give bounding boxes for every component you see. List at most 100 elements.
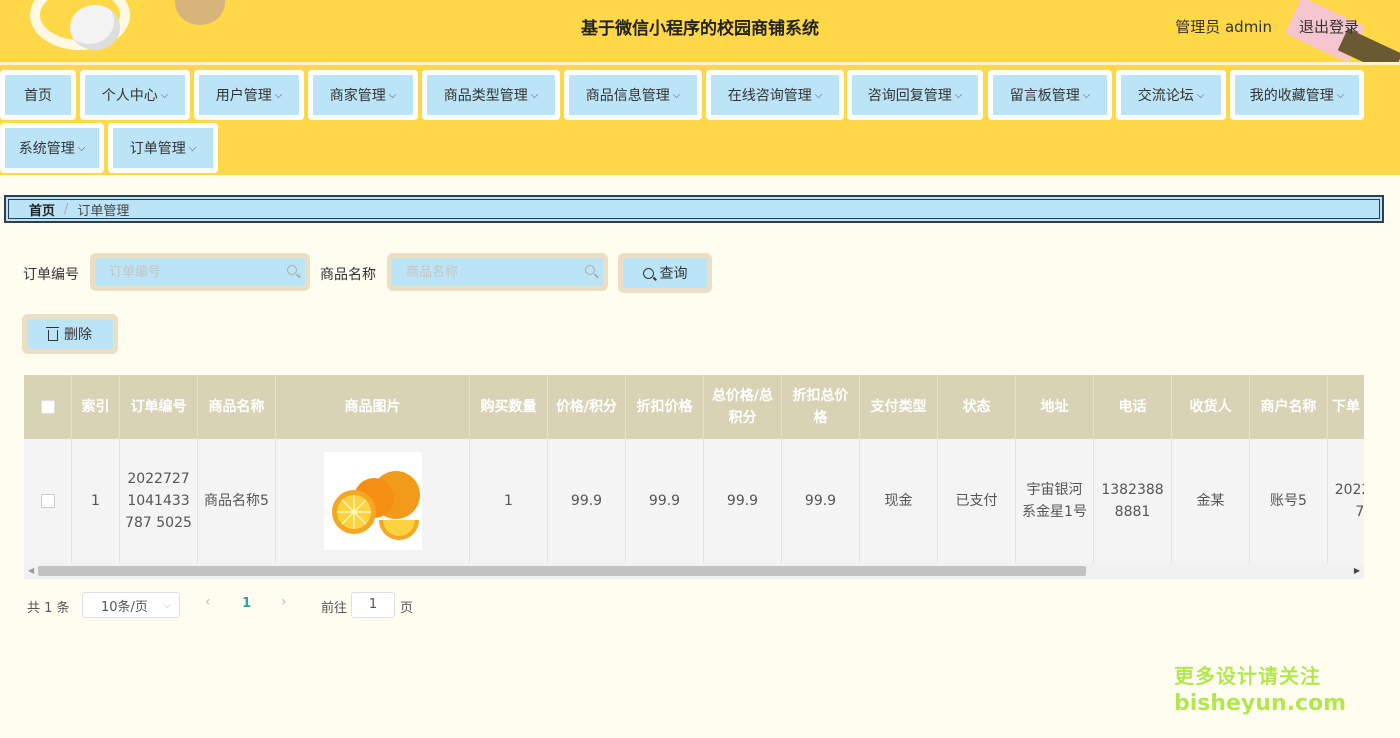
horizontal-scrollbar[interactable]: ◀ ▶	[24, 563, 1364, 579]
column-header[interactable]: 状态	[938, 375, 1016, 439]
column-header[interactable]: 地址	[1016, 375, 1094, 439]
column-header[interactable]: 折扣总价格	[782, 375, 860, 439]
select-all-cell	[24, 375, 72, 439]
nav-item-product-types[interactable]: 商品类型管理 ⌵	[422, 70, 560, 120]
order-no-label: 订单编号	[23, 267, 79, 283]
order-no-field-wrap	[90, 253, 310, 291]
column-header[interactable]: 电话	[1094, 375, 1172, 439]
chevron-down-icon: ⌵	[1336, 89, 1345, 101]
chevron-down-icon: ⌵	[814, 89, 823, 101]
main-nav: 首页 个人中心 ⌵ 用户管理 ⌵ 商家管理 ⌵ 商品类型管理 ⌵ 商品信息管理 ⌵ 在线咨…	[0, 62, 1400, 175]
chevron-down-icon: ⌵	[163, 599, 171, 611]
logout-button[interactable]: 退出登录	[1299, 16, 1359, 37]
cell-product-image	[276, 439, 470, 563]
chevron-down-icon: ⌵	[672, 89, 681, 101]
product-name-field-wrap	[387, 253, 608, 291]
chevron-down-icon: ⌵	[1082, 89, 1091, 101]
prev-page-icon[interactable]: ‹	[205, 594, 211, 610]
breadcrumb-home[interactable]: 首页	[29, 200, 55, 219]
chevron-down-icon: ⌵	[388, 89, 397, 101]
nav-item-home[interactable]: 首页	[0, 70, 76, 120]
cell-order-no: 20227271041433787 5025	[120, 439, 198, 563]
chevron-down-icon: ⌵	[530, 89, 539, 101]
nav-item-products[interactable]: 商品信息管理 ⌵	[564, 70, 702, 120]
nav-item-replies[interactable]: 咨询回复管理 ⌵	[847, 70, 983, 120]
query-button[interactable]: 查询	[618, 253, 712, 293]
nav-item-users[interactable]: 用户管理 ⌵	[194, 70, 304, 120]
cell-merchant: 账号5	[1250, 439, 1328, 563]
next-page-icon[interactable]: ›	[281, 594, 287, 610]
goto-label: 前往	[321, 601, 348, 616]
chevron-down-icon: ⌵	[274, 89, 283, 101]
cell-pay-type: 现金	[860, 439, 938, 563]
cell-total-price: 99.9	[704, 439, 782, 563]
cell-discount-price: 99.9	[626, 439, 704, 563]
chevron-down-icon: ⌵	[160, 89, 169, 101]
column-header[interactable]: 商品名称	[198, 375, 276, 439]
cell-product-name: 商品名称5	[198, 439, 276, 563]
cell-price: 99.9	[548, 439, 626, 563]
nav-item-forum[interactable]: 交流论坛 ⌵	[1116, 70, 1226, 120]
cell-discount-total: 99.9	[782, 439, 860, 563]
order-no-input[interactable]	[95, 258, 305, 286]
select-all-checkbox[interactable]	[40, 400, 55, 414]
cell-phone: 13823888881	[1094, 439, 1172, 563]
column-header[interactable]: 商户名称	[1250, 375, 1328, 439]
row-checkbox[interactable]	[40, 494, 55, 508]
column-header[interactable]: 收货人	[1172, 375, 1250, 439]
nav-item-orders[interactable]: 订单管理 ⌵	[108, 123, 218, 173]
column-header[interactable]: 折扣价格	[626, 375, 704, 439]
column-header[interactable]: 支付类型	[860, 375, 938, 439]
current-page[interactable]: 1	[242, 596, 251, 611]
search-icon	[287, 265, 297, 275]
table-row[interactable]: 1 20227271041433787 5025 商品名称5 1 99.9 99…	[24, 439, 1364, 563]
page-size-select[interactable]: 10条/页 ⌵	[82, 592, 180, 618]
nav-item-consultation[interactable]: 在线咨询管理 ⌵	[706, 70, 844, 120]
breadcrumb: 首页 / 订单管理	[4, 195, 1384, 223]
product-name-label: 商品名称	[320, 267, 376, 283]
product-name-input[interactable]	[392, 258, 603, 286]
cell-status: 已支付	[938, 439, 1016, 563]
nav-item-favorites[interactable]: 我的收藏管理 ⌵	[1230, 70, 1364, 120]
cell-receiver: 金某	[1172, 439, 1250, 563]
cell-address: 宇宙银河系金星1号	[1016, 439, 1094, 563]
chevron-down-icon: ⌵	[1196, 89, 1205, 101]
trash-icon	[46, 326, 59, 341]
table-header: 索引 订单编号 商品名称 商品图片 购买数量 价格/积分 折扣价格 总价格/总积…	[24, 375, 1364, 439]
orange-image[interactable]	[323, 452, 422, 550]
column-header[interactable]: 订单编号	[120, 375, 198, 439]
scroll-left-icon[interactable]: ◀	[28, 566, 34, 575]
column-header[interactable]: 索引	[72, 375, 120, 439]
nav-item-profile[interactable]: 个人中心 ⌵	[80, 70, 190, 120]
nav-item-merchants[interactable]: 商家管理 ⌵	[308, 70, 418, 120]
orders-table: 索引 订单编号 商品名称 商品图片 购买数量 价格/积分 折扣价格 总价格/总积…	[24, 375, 1364, 579]
column-header[interactable]: 总价格/总积分	[704, 375, 782, 439]
cell-index: 1	[72, 439, 120, 563]
column-header[interactable]: 购买数量	[470, 375, 548, 439]
goto-page-input[interactable]: 1	[351, 592, 395, 618]
column-header[interactable]: 价格/积分	[548, 375, 626, 439]
scroll-right-icon[interactable]: ▶	[1354, 566, 1360, 575]
search-icon	[642, 267, 654, 279]
breadcrumb-separator: /	[64, 201, 69, 217]
pagination-total: 共 1 条	[27, 601, 70, 616]
search-icon	[585, 265, 595, 275]
nav-item-system[interactable]: 系统管理 ⌵	[0, 123, 104, 173]
delete-button[interactable]: 删除	[22, 314, 118, 354]
chevron-down-icon: ⌵	[77, 142, 86, 154]
user-info: 管理员 admin	[1175, 18, 1272, 36]
watermark: 更多设计请关注 bisheyun.com	[1174, 660, 1346, 716]
chevron-down-icon: ⌵	[188, 142, 197, 154]
column-header[interactable]: 商品图片	[276, 375, 470, 439]
scroll-thumb[interactable]	[38, 566, 1086, 576]
watermark-line1: 更多设计请关注	[1174, 664, 1321, 688]
header: 基于微信小程序的校园商铺系统 管理员 admin 退出登录	[0, 0, 1400, 62]
breadcrumb-current: 订单管理	[77, 203, 130, 219]
cell-order-time: 2022-7-27 1	[1328, 439, 1364, 563]
column-header[interactable]: 下单	[1328, 375, 1364, 439]
nav-item-message-board[interactable]: 留言板管理 ⌵	[988, 70, 1112, 120]
row-select-cell	[24, 439, 72, 563]
watermark-line2: bisheyun.com	[1174, 691, 1347, 716]
chevron-down-icon: ⌵	[954, 89, 963, 101]
cell-quantity: 1	[470, 439, 548, 563]
